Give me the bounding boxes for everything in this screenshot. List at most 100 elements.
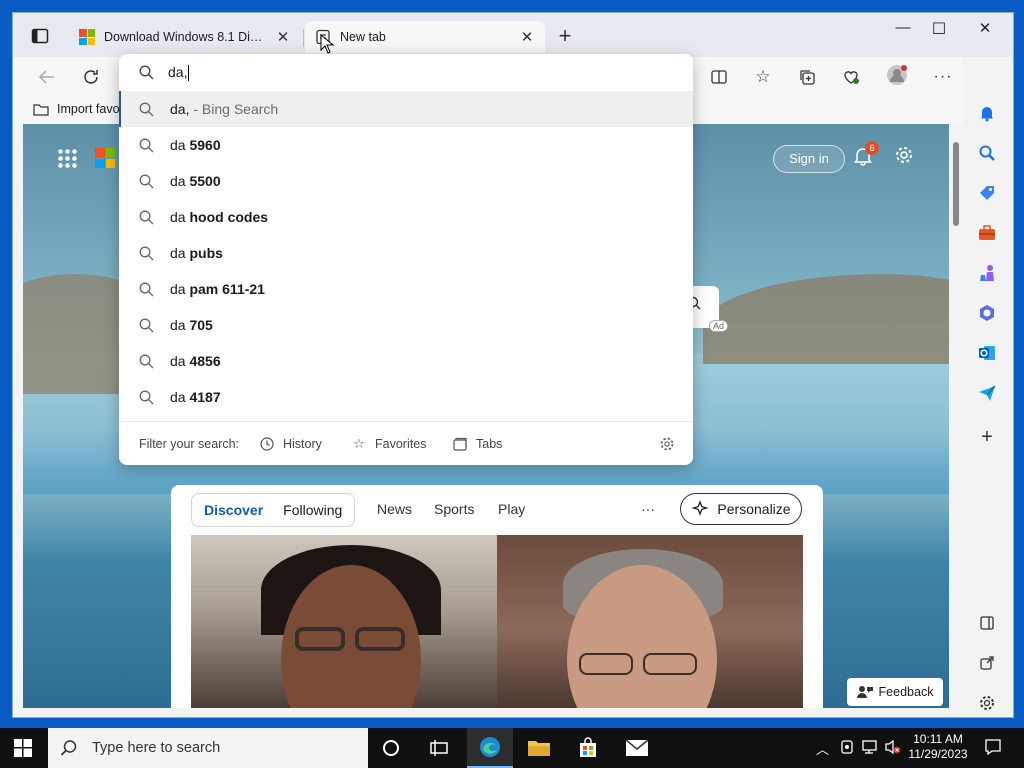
- back-button[interactable]: [35, 65, 59, 89]
- tab-strip: Download Windows 8.1 Disc Ima ✕ New tab …: [13, 13, 1013, 57]
- tray-device-icon[interactable]: [840, 739, 854, 755]
- sidebar-microsoft-365-icon[interactable]: [977, 303, 997, 323]
- search-icon: [139, 65, 154, 80]
- search-icon: [139, 318, 154, 332]
- microsoft-favicon-icon: [79, 29, 95, 45]
- star-icon: ☆: [353, 435, 365, 451]
- suggestion-prefix: da: [170, 317, 190, 333]
- search-icon: [139, 174, 154, 188]
- personalize-button[interactable]: Personalize: [680, 493, 802, 525]
- tab-close-button[interactable]: ✕: [519, 28, 535, 46]
- network-icon[interactable]: [862, 739, 880, 755]
- address-bar-input[interactable]: da,: [119, 54, 693, 91]
- tab-new-tab[interactable]: New tab ✕: [305, 21, 545, 53]
- profile-button[interactable]: [885, 63, 909, 87]
- sidebar-add-icon[interactable]: +: [977, 426, 997, 448]
- sidebar-notifications-icon[interactable]: [977, 103, 997, 123]
- filter-favorites-button[interactable]: ☆ Favorites: [351, 436, 426, 452]
- suggestion-item[interactable]: da 5960: [119, 127, 693, 163]
- split-screen-icon: [711, 70, 727, 84]
- tab-title: Download Windows 8.1 Disc Ima: [104, 30, 266, 44]
- feed-nav-play[interactable]: Play: [498, 501, 525, 517]
- split-screen-button[interactable]: [707, 65, 731, 89]
- sidebar-drop-icon[interactable]: [977, 383, 997, 403]
- feedback-label: Feedback: [878, 685, 934, 699]
- star-list-icon: ☆: [755, 67, 771, 86]
- suggestion-completion: 705: [189, 317, 213, 333]
- feed-tabs: Discover Following: [191, 493, 356, 527]
- personalize-label: Personalize: [717, 501, 791, 517]
- sidebar-shopping-icon[interactable]: [977, 183, 997, 203]
- search-settings-button[interactable]: [659, 436, 675, 452]
- suggestion-item[interactable]: da hood codes: [119, 199, 693, 235]
- search-icon: [139, 390, 154, 404]
- taskbar-edge-button[interactable]: [467, 728, 513, 768]
- taskbar-store-button[interactable]: [565, 728, 611, 768]
- news-card-image[interactable]: ◀: [191, 535, 497, 708]
- tray-overflow-chevron-icon[interactable]: ︿: [816, 739, 829, 758]
- tab-title: New tab: [340, 30, 386, 44]
- filter-history-button[interactable]: History: [259, 436, 322, 452]
- ad-label: Ad: [709, 320, 729, 332]
- import-favorites-button[interactable]: Import favo: [33, 102, 120, 116]
- sidebar-external-link-icon[interactable]: [977, 653, 997, 673]
- browser-essentials-button[interactable]: [839, 65, 863, 89]
- settings-menu-button[interactable]: ···: [931, 65, 955, 89]
- suggestion-completion: 4856: [189, 353, 221, 369]
- task-view-button[interactable]: [416, 728, 462, 768]
- taskbar-clock[interactable]: 10:11 AM 11/29/2023: [905, 732, 971, 762]
- suggestion-completion: 5960: [189, 137, 221, 153]
- favorites-button[interactable]: ☆: [751, 65, 775, 89]
- suggestion-item[interactable]: da pubs: [119, 235, 693, 271]
- suggestion-item[interactable]: da pam 611-21: [119, 271, 693, 307]
- sidebar-games-icon[interactable]: [977, 263, 997, 283]
- search-filter-row: Filter your search: History ☆ Favorites …: [119, 421, 693, 465]
- suggestion-item[interactable]: da 5500: [119, 163, 693, 199]
- tab-download-windows[interactable]: Download Windows 8.1 Disc Ima ✕: [69, 21, 301, 53]
- sparkle-icon: [691, 500, 710, 516]
- feed-more-button[interactable]: ···: [641, 501, 655, 517]
- search-icon: [139, 354, 154, 368]
- store-bag-icon: [580, 737, 596, 757]
- folder-icon: [528, 741, 550, 756]
- feedback-button[interactable]: Feedback: [847, 678, 943, 706]
- refresh-button[interactable]: [79, 65, 103, 89]
- page-scrollbar[interactable]: [949, 124, 963, 708]
- suggestion-item[interactable]: da 4856: [119, 343, 693, 379]
- new-tab-button[interactable]: +: [553, 25, 577, 47]
- tab-close-button[interactable]: ✕: [275, 28, 291, 46]
- sidebar-settings-gear-icon[interactable]: [977, 693, 997, 713]
- taskbar-search-box[interactable]: Type here to search: [48, 728, 368, 768]
- taskbar-file-explorer-button[interactable]: [516, 728, 562, 768]
- filter-tabs-button[interactable]: Tabs: [452, 436, 502, 452]
- cortana-button[interactable]: [368, 728, 414, 768]
- sidebar-hide-icon[interactable]: [977, 613, 997, 633]
- scrollbar-thumb[interactable]: [953, 142, 959, 226]
- suggestion-item[interactable]: da, - Bing Search: [119, 91, 693, 127]
- sidebar-tools-icon[interactable]: [977, 223, 997, 243]
- close-window-button[interactable]: ✕: [963, 19, 1007, 37]
- suggestion-source: - Bing Search: [189, 101, 279, 117]
- feed-nav-news[interactable]: News: [377, 501, 412, 517]
- feed-nav-sports[interactable]: Sports: [434, 501, 474, 517]
- news-card-image[interactable]: ▶: [497, 535, 803, 708]
- notification-center-icon[interactable]: [984, 738, 1002, 756]
- suggestion-item[interactable]: da 705: [119, 307, 693, 343]
- app-launcher-icon[interactable]: [57, 148, 77, 168]
- tab-following[interactable]: Following: [283, 502, 342, 518]
- volume-muted-icon[interactable]: [884, 739, 902, 755]
- maximize-button[interactable]: ☐: [917, 19, 961, 39]
- sidebar-search-icon[interactable]: [977, 143, 997, 163]
- sign-in-button[interactable]: Sign in: [773, 145, 845, 173]
- clock-date: 11/29/2023: [908, 747, 968, 761]
- sidebar-outlook-icon[interactable]: [977, 343, 997, 363]
- tab-discover[interactable]: Discover: [204, 502, 263, 518]
- page-settings-gear-icon[interactable]: [893, 144, 915, 172]
- collections-button[interactable]: [795, 65, 819, 89]
- tab-actions-button[interactable]: [31, 27, 51, 47]
- suggestion-item[interactable]: da 4187: [119, 379, 693, 415]
- taskbar-mail-button[interactable]: [614, 728, 660, 768]
- search-icon: [139, 102, 154, 116]
- avatar-icon: [887, 65, 907, 85]
- start-button[interactable]: [0, 728, 46, 768]
